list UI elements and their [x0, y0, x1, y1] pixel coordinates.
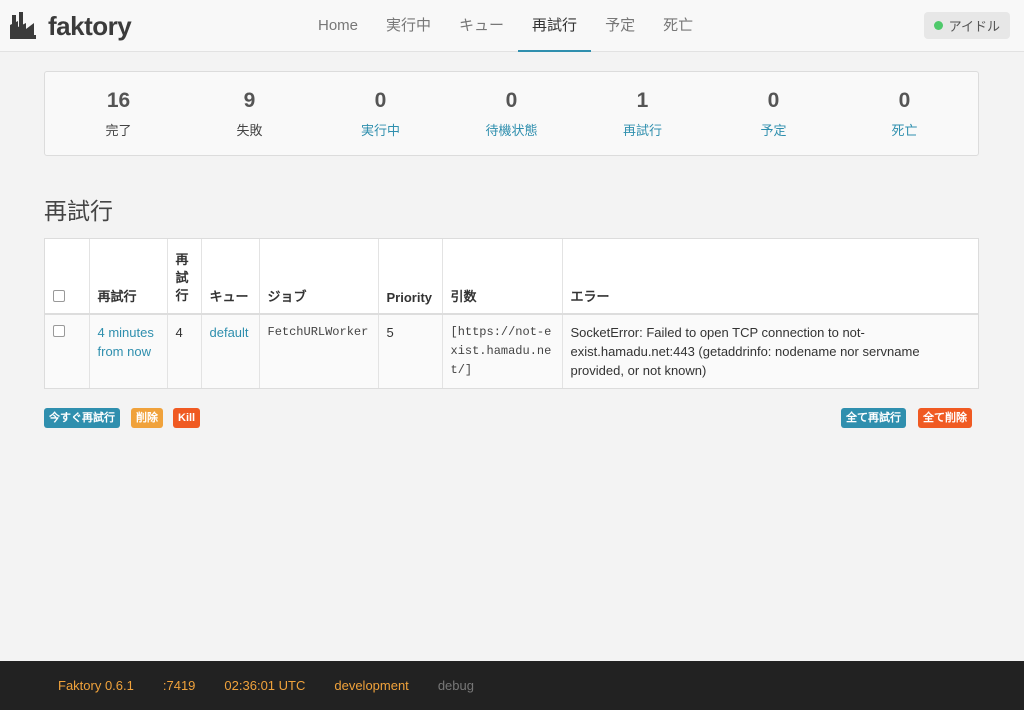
retry-at-cell: 4 minutes from now — [89, 314, 168, 388]
stat-processed: 16 完了 — [53, 72, 184, 155]
factory-icon — [10, 12, 36, 39]
stat-busy: 0 実行中 — [315, 72, 446, 155]
delete-all-button[interactable]: 全て削除 — [918, 408, 972, 428]
stat-dead: 0 死亡 — [839, 72, 970, 155]
status-dot-icon — [933, 21, 943, 30]
footer-time: 02:36:01 UTC — [224, 678, 306, 693]
nav-scheduled[interactable]: 予定 — [591, 0, 649, 52]
select-all-checkbox[interactable] — [53, 290, 65, 302]
row-select-cell — [45, 314, 90, 388]
header-error: エラー — [562, 239, 978, 315]
nav-home[interactable]: Home — [304, 0, 372, 52]
row-checkbox[interactable] — [53, 325, 65, 337]
stat-label: 完了 — [105, 123, 132, 138]
logo[interactable]: faktory — [10, 8, 132, 44]
stat-enqueued: 0 待機状態 — [446, 72, 577, 155]
error-cell: SocketError: Failed to open TCP connecti… — [562, 314, 978, 388]
top-navbar: faktory Home 実行中 キュー 再試行 予定 死亡 アイドル — [0, 0, 1024, 52]
table-header-row: 再試行 再 試 行 キュー ジョブ Priority 引数 エラー — [45, 239, 978, 315]
stat-link-dead[interactable]: 死亡 — [839, 120, 970, 139]
nav-retries[interactable]: 再試行 — [518, 0, 592, 52]
brand-name: faktory — [48, 10, 132, 41]
retry-count-cell: 4 — [167, 314, 202, 388]
job-cell: FetchURLWorker — [259, 314, 379, 388]
page-title: 再試行 — [44, 198, 113, 224]
stat-value: 0 — [767, 89, 780, 112]
footer: Faktory 0.6.1 :7419 02:36:01 UTC develop… — [0, 661, 1024, 710]
stat-value: 16 — [106, 89, 131, 112]
stat-link-scheduled[interactable]: 予定 — [708, 120, 839, 139]
queue-cell: default — [201, 314, 260, 388]
footer-port: :7419 — [162, 678, 196, 693]
retry-all-button[interactable]: 全て再試行 — [841, 408, 906, 428]
stat-link-enqueued[interactable]: 待機状態 — [446, 120, 577, 139]
main-nav: Home 実行中 キュー 再試行 予定 死亡 — [304, 0, 707, 52]
stat-label: 失敗 — [236, 123, 263, 138]
stat-value: 9 — [243, 89, 256, 112]
header-priority: Priority — [378, 239, 443, 315]
stat-value: 0 — [374, 89, 387, 112]
stat-value: 0 — [898, 89, 911, 112]
stat-scheduled: 0 予定 — [708, 72, 839, 155]
delete-button[interactable]: 削除 — [131, 408, 163, 428]
stat-link-busy[interactable]: 実行中 — [315, 120, 446, 139]
nav-dead[interactable]: 死亡 — [649, 0, 707, 52]
retry-now-button[interactable]: 今すぐ再試行 — [44, 408, 120, 428]
nav-busy[interactable]: 実行中 — [372, 0, 445, 52]
header-job: ジョブ — [259, 239, 379, 315]
queue-link[interactable]: default — [210, 325, 249, 340]
status-label: アイドル — [948, 19, 1000, 34]
table-row: 4 minutes from now 4 default FetchURLWor… — [45, 314, 978, 388]
stat-value: 0 — [505, 89, 518, 112]
stats-summary: 16 完了 9 失敗 0 実行中 0 待機状態 1 再試行 0 予定 0 死亡 — [44, 71, 979, 156]
args-cell: [https://not-exist.hamadu.net/] — [442, 314, 563, 388]
stat-retries: 1 再試行 — [577, 72, 708, 155]
header-args: 引数 — [442, 239, 563, 315]
status-badge: アイドル — [923, 12, 1010, 39]
stat-failed: 9 失敗 — [184, 72, 315, 155]
kill-button[interactable]: Kill — [173, 408, 201, 428]
header-retry-count: 再 試 行 — [167, 239, 202, 315]
footer-debug-link[interactable]: debug — [438, 678, 474, 693]
select-all-header — [45, 239, 90, 315]
header-retry-at: 再試行 — [89, 239, 168, 315]
retry-at-link[interactable]: 4 minutes from now — [98, 325, 154, 359]
retries-table: 再試行 再 試 行 キュー ジョブ Priority 引数 エラー 4 minu… — [44, 238, 979, 389]
stat-value: 1 — [636, 89, 649, 112]
priority-cell: 5 — [378, 314, 443, 388]
footer-version: Faktory 0.6.1 — [58, 678, 134, 693]
stat-link-retries[interactable]: 再試行 — [577, 120, 708, 139]
header-queue: キュー — [201, 239, 260, 315]
footer-env: development — [334, 678, 409, 693]
nav-queues[interactable]: キュー — [445, 0, 518, 52]
